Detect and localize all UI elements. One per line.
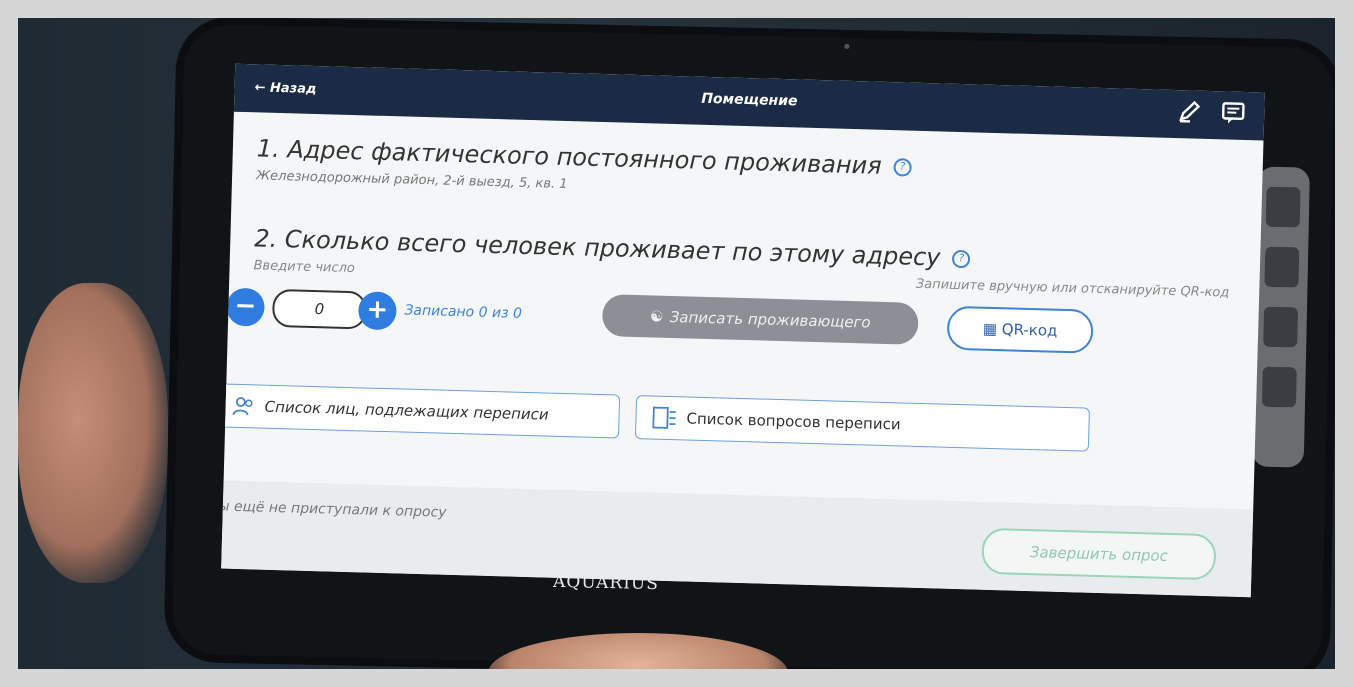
qr-icon: ▦: [982, 319, 998, 339]
question-2: 2. Сколько всего человек проживает по эт…: [225, 224, 1241, 359]
question-1: 1. Адрес фактического постоянного прожив…: [256, 134, 912, 201]
questions-list-label: Список вопросов переписи: [686, 409, 901, 434]
side-key[interactable]: [1265, 186, 1301, 228]
list-icon: [652, 406, 676, 429]
survey-status: Вы ещё не приступали к опросу: [221, 498, 447, 521]
persons-list-label: Список лиц, подлежащих переписи: [264, 397, 549, 424]
help-icon[interactable]: ?: [952, 249, 971, 269]
questions-list-button[interactable]: Список вопросов переписи: [634, 395, 1090, 452]
side-key[interactable]: [1263, 306, 1299, 348]
scan-hint: Запишите вручную или отсканируйте QR-код: [915, 276, 1230, 301]
persons-list-button[interactable]: Список лиц, подлежащих переписи: [221, 383, 621, 439]
recorded-count: Записано 0 из 0: [404, 302, 523, 322]
top-icons: [1176, 98, 1247, 126]
list-buttons: Список лиц, подлежащих переписи Список в…: [221, 383, 1090, 452]
camera-dot: [844, 43, 850, 49]
add-resident-label: Записать проживающего: [669, 307, 871, 332]
input-hint: Введите число: [253, 258, 356, 277]
qr-code-button[interactable]: ▦ QR-код: [946, 305, 1094, 354]
person-icon: ☯: [649, 307, 666, 326]
left-hand: [18, 283, 168, 583]
decrement-button[interactable]: −: [225, 287, 265, 327]
photo-background: AQUARIUS ← Назад Помещение 1. Адрес факт…: [18, 18, 1335, 669]
side-key[interactable]: [1264, 246, 1300, 288]
people-icon: [232, 397, 253, 416]
edit-icon[interactable]: [1176, 98, 1203, 125]
increment-button[interactable]: +: [357, 291, 397, 331]
count-input[interactable]: 0: [271, 288, 367, 330]
help-icon[interactable]: ?: [893, 158, 912, 177]
app-screen: ← Назад Помещение 1. Адрес фактического …: [221, 63, 1265, 598]
message-icon[interactable]: [1220, 99, 1247, 126]
side-key[interactable]: [1261, 366, 1297, 408]
add-resident-button[interactable]: ☯ Записать проживающего: [601, 294, 919, 345]
qr-code-label: QR-код: [1001, 320, 1058, 340]
finish-survey-button[interactable]: Завершить опрос: [981, 527, 1217, 581]
